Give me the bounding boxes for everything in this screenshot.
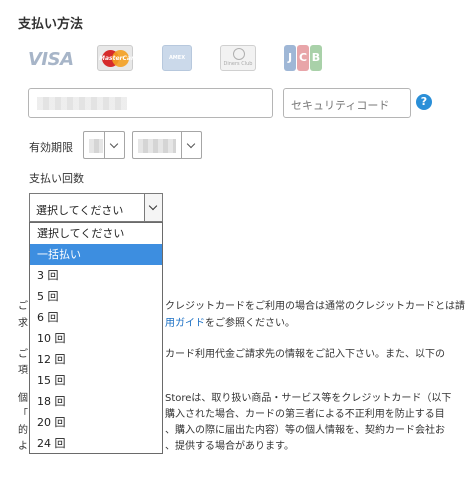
note-left-char: 項 — [18, 365, 28, 376]
chevron-down-icon — [144, 194, 162, 221]
visa-logo-icon: VISA — [28, 49, 74, 70]
note-paragraph-3-line-2: 購入された場合、カードの第三者による不正利用を防止する目 — [165, 409, 445, 420]
installments-select[interactable]: 選択してください — [29, 193, 163, 222]
option-5[interactable]: 5 回 — [30, 286, 162, 307]
option-lump-sum[interactable]: 一括払い — [30, 244, 162, 265]
option-3[interactable]: 3 回 — [30, 265, 162, 286]
expiry-month-select[interactable] — [83, 131, 125, 159]
masked-month — [89, 139, 103, 153]
note-left-char: 個 — [18, 393, 28, 404]
installments-dropdown-list: 選択してください 一括払い 3 回 5 回 6 回 10 回 12 回 15 回… — [29, 222, 163, 454]
note-left-char: 求 — [18, 318, 28, 329]
note-paragraph-3-line-4: 、提供する場合があります。 — [165, 441, 294, 452]
masked-card-number — [37, 97, 127, 110]
security-code-placeholder: セキュリティコード — [291, 99, 390, 112]
amex-logo-text: AMEX — [168, 55, 186, 61]
option-10[interactable]: 10 回 — [30, 328, 162, 349]
option-6[interactable]: 6 回 — [30, 307, 162, 328]
mastercard-logo-text: MasterCard — [99, 55, 139, 62]
note-left-char: よ — [18, 441, 28, 452]
option-24[interactable]: 24 回 — [30, 433, 162, 454]
card-number-input[interactable] — [28, 88, 273, 118]
installments-label: 支払い回数 — [29, 172, 84, 185]
installments-selected-value: 選択してください — [36, 204, 124, 217]
expiry-year-select[interactable] — [132, 131, 202, 159]
expiry-label: 有効期限 — [29, 141, 73, 154]
masked-year — [138, 139, 176, 153]
security-code-input[interactable]: セキュリティコード — [283, 88, 411, 118]
option-select-prompt[interactable]: 選択してください — [30, 223, 162, 244]
chevron-down-icon — [104, 132, 124, 158]
diners-logo-icon: Diners Club — [220, 45, 256, 71]
note-paragraph-1-line-2: 用ガイドをご参照ください。 — [165, 318, 295, 329]
card-brand-logos: VISA MasterCard AMEX Diners Club J C B — [22, 45, 332, 73]
note-left-char: ご — [18, 301, 28, 312]
diners-logo-text: Diners Club — [223, 61, 253, 67]
option-20[interactable]: 20 回 — [30, 412, 162, 433]
usage-guide-link[interactable]: 用ガイド — [165, 318, 205, 329]
page-title: 支払い方法 — [18, 17, 84, 32]
chevron-down-icon — [181, 132, 201, 158]
help-icon[interactable]: ? — [416, 94, 432, 110]
jcb-logo-icon: J C B — [284, 45, 322, 71]
amex-logo-icon: AMEX — [162, 45, 192, 71]
option-12[interactable]: 12 回 — [30, 349, 162, 370]
option-15[interactable]: 15 回 — [30, 370, 162, 391]
option-18[interactable]: 18 回 — [30, 391, 162, 412]
note-paragraph-3-line-3: 、購入の際に届出た内容）等の個人情報を、契約カード会社お — [165, 425, 445, 436]
note-paragraph-1-line-1: クレジットカードをご利用の場合は通常のクレジットカードとは請 — [165, 301, 465, 312]
note-left-char: 的 — [18, 425, 28, 436]
note-left-char: ご — [18, 349, 28, 360]
note-paragraph-2-line-1: カード利用代金ご請求先の情報をご記入下さい。また、以下の — [165, 349, 445, 360]
mastercard-logo-icon: MasterCard — [97, 45, 139, 71]
note-paragraph-3-line-1: Storeは、取り扱い商品・サービス等をクレジットカード（以下 — [165, 393, 452, 404]
